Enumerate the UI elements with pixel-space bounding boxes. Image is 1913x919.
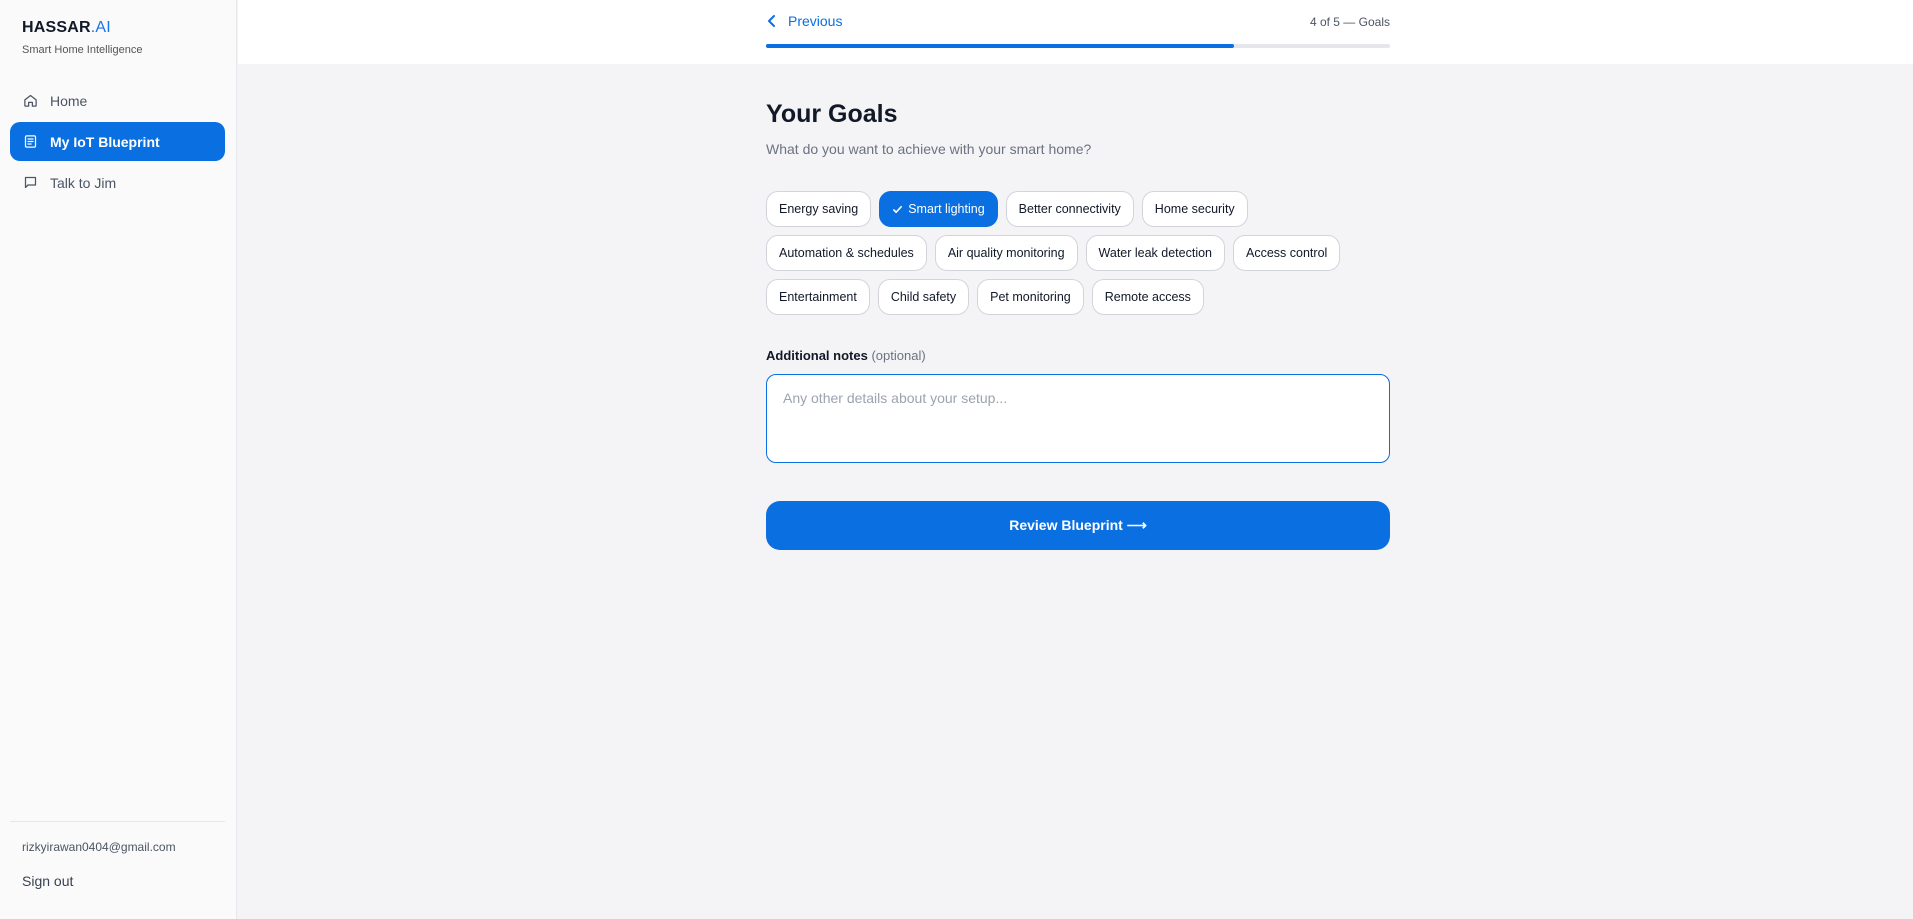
progress-bar xyxy=(766,44,1390,48)
review-blueprint-button[interactable]: Review Blueprint ⟶ xyxy=(766,501,1390,550)
goal-chip-access-control[interactable]: Access control xyxy=(1233,235,1341,271)
goal-chips: Energy saving Smart lighting Better conn… xyxy=(766,191,1406,323)
previous-button[interactable]: Previous xyxy=(766,13,842,29)
brand-tagline: Smart Home Intelligence xyxy=(22,44,143,56)
progress-fill xyxy=(766,44,1234,48)
notes-textarea[interactable] xyxy=(766,374,1390,463)
user-email: rizkyirawan0404@gmail.com xyxy=(22,840,176,854)
brand-name: HASSAR xyxy=(22,19,91,36)
step-indicator: 4 of 5 — Goals xyxy=(1309,15,1390,29)
sidebar-item-talk-to-jim[interactable]: Talk to Jim xyxy=(10,163,225,202)
sidebar-item-label: My IoT Blueprint xyxy=(50,133,160,150)
notes-label: Additional notes (optional) xyxy=(766,348,926,363)
goal-chip-better-connectivity[interactable]: Better connectivity xyxy=(1005,191,1134,227)
goal-chip-child-safety[interactable]: Child safety xyxy=(877,279,970,315)
notes-optional-hint: (optional) xyxy=(871,348,926,363)
goal-chip-home-security[interactable]: Home security xyxy=(1141,191,1248,227)
sidebar-divider xyxy=(10,821,225,822)
sidebar-item-home[interactable]: Home xyxy=(10,81,225,120)
page-subtitle: What do you want to achieve with your sm… xyxy=(766,141,1092,157)
chat-icon xyxy=(22,175,38,191)
brand-logo[interactable]: HASSAR.AI xyxy=(22,19,111,37)
goal-chip-energy-saving[interactable]: Energy saving xyxy=(766,191,872,227)
goal-chip-air-quality-monitoring[interactable]: Air quality monitoring xyxy=(934,235,1078,271)
page-title: Your Goals xyxy=(766,100,898,128)
topbar: Previous 4 of 5 — Goals xyxy=(238,0,1913,64)
brand-suffix: .AI xyxy=(90,19,111,36)
check-icon xyxy=(892,203,904,215)
chevron-left-icon xyxy=(766,14,780,28)
goal-chip-automation-schedules[interactable]: Automation & schedules xyxy=(766,235,927,271)
goal-chip-pet-monitoring[interactable]: Pet monitoring xyxy=(977,279,1084,315)
sidebar: HASSAR.AI Smart Home Intelligence Home M… xyxy=(0,0,237,919)
chip-row: Entertainment Child safety Pet monitorin… xyxy=(766,279,1406,315)
goal-chip-remote-access[interactable]: Remote access xyxy=(1091,279,1204,315)
previous-label: Previous xyxy=(788,13,843,29)
sidebar-item-my-iot-blueprint[interactable]: My IoT Blueprint xyxy=(10,122,225,161)
document-icon xyxy=(22,134,38,150)
goal-chip-entertainment[interactable]: Entertainment xyxy=(766,279,870,315)
goal-chip-water-leak-detection[interactable]: Water leak detection xyxy=(1085,235,1226,271)
chip-row: Energy saving Smart lighting Better conn… xyxy=(766,191,1406,227)
sidebar-item-label: Talk to Jim xyxy=(50,174,117,191)
sidebar-item-label: Home xyxy=(50,92,88,109)
chip-row: Automation & schedules Air quality monit… xyxy=(766,235,1406,271)
sign-out-button[interactable]: Sign out xyxy=(22,873,73,889)
goal-chip-smart-lighting[interactable]: Smart lighting xyxy=(879,191,998,227)
home-icon xyxy=(22,93,38,109)
